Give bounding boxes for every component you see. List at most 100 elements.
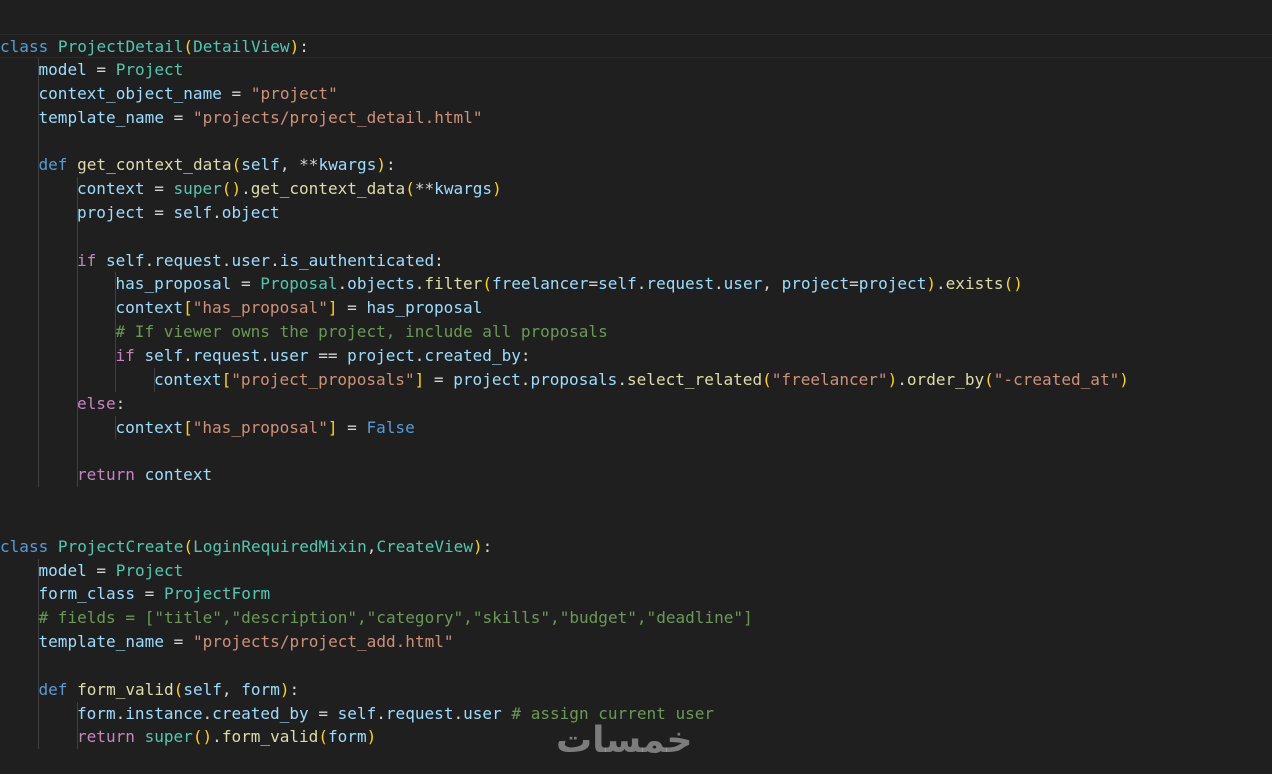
code-line-text: context["has_proposal"] = False	[0, 418, 415, 437]
code-token: "has_proposal"	[192, 417, 328, 437]
code-token: .	[183, 345, 193, 365]
code-token: [	[183, 298, 193, 318]
code-line[interactable]: if self.request.user.is_authenticated:	[0, 248, 1272, 273]
code-token: def	[38, 679, 68, 699]
code-token: filter	[424, 274, 483, 294]
code-token: freelancer	[491, 274, 589, 294]
code-token: (	[221, 179, 232, 199]
code-line[interactable]: project = self.object	[0, 200, 1272, 225]
code-token: (	[984, 369, 994, 389]
code-token: context	[77, 179, 145, 199]
code-token: get_context_data	[77, 155, 232, 175]
code-line[interactable]	[0, 653, 1272, 678]
code-line[interactable]: class ProjectCreate(LoginRequiredMixin,C…	[0, 535, 1272, 559]
code-token: "freelancer"	[771, 369, 888, 389]
code-line[interactable]: context["has_proposal"] = has_proposal	[0, 296, 1272, 321]
code-token: request	[646, 274, 714, 294]
code-token: exists	[945, 274, 1004, 294]
code-token: [	[221, 369, 232, 389]
code-token: .	[453, 703, 464, 723]
code-token: =	[144, 179, 174, 199]
code-line-text: return super().form_valid(form)	[0, 727, 376, 746]
code-line[interactable]: model = Project	[0, 57, 1272, 82]
code-line[interactable]: context_object_name = "project"	[0, 81, 1272, 106]
code-token: )	[1013, 274, 1023, 294]
code-token: )	[1119, 369, 1129, 389]
code-line[interactable]: model = Project	[0, 558, 1272, 583]
code-token: return	[77, 727, 135, 747]
code-line[interactable]	[0, 224, 1272, 249]
code-token: .	[115, 703, 126, 723]
code-token: request	[154, 250, 222, 270]
code-token: .	[337, 274, 348, 294]
code-line[interactable]	[0, 129, 1272, 154]
code-token: .	[636, 274, 647, 294]
code-token: :	[299, 37, 309, 56]
code-line[interactable]	[0, 511, 1272, 535]
code-token: ]	[414, 369, 425, 389]
code-token: (	[1003, 274, 1014, 294]
code-line[interactable]: else:	[0, 391, 1272, 416]
code-line[interactable]: template_name = "projects/project_detail…	[0, 105, 1272, 130]
code-line-text: model = Project	[0, 561, 184, 580]
indent-guide	[38, 224, 39, 249]
code-token: template_name	[38, 632, 164, 652]
code-token: proposals	[530, 369, 618, 389]
code-line[interactable]: if self.request.user == project.created_…	[0, 343, 1272, 368]
code-token: ProjectCreate	[57, 536, 184, 556]
code-area[interactable]: class ProjectDetail(DetailView): model = …	[0, 34, 1272, 750]
code-line[interactable]: context["project_proposals"] = project.p…	[0, 367, 1272, 392]
code-token: .	[414, 345, 425, 365]
code-token: .	[241, 179, 251, 199]
code-token: ]	[327, 298, 338, 318]
code-token: kwargs	[434, 179, 493, 199]
watermark-logo: خمسات	[556, 720, 693, 761]
code-line[interactable]: def form_valid(self, form):	[0, 677, 1272, 702]
code-token: self	[337, 703, 377, 723]
code-token: )	[926, 274, 936, 294]
code-token: self	[241, 155, 280, 175]
code-line[interactable]: # If viewer owns the project, include al…	[0, 320, 1272, 344]
code-line[interactable]: template_name = "projects/project_add.ht…	[0, 630, 1272, 654]
code-token: ,	[221, 679, 242, 699]
code-token: if	[115, 345, 135, 365]
code-token: self	[105, 250, 145, 270]
code-editor[interactable]: class ProjectDetail(DetailView): model = …	[0, 0, 1272, 774]
code-token: .	[376, 703, 386, 723]
code-line[interactable]: context["has_proposal"] = False	[0, 415, 1272, 440]
code-line[interactable]: class ProjectDetail(DetailView):	[0, 34, 1272, 58]
code-token: )	[472, 536, 483, 556]
code-line[interactable]: return context	[0, 463, 1272, 488]
code-line[interactable]: # fields = ["title","description","categ…	[0, 606, 1272, 631]
code-line-text: else:	[0, 394, 125, 413]
code-token: "projects/project_detail.html"	[192, 107, 483, 127]
code-line-text: # fields = ["title","description","categ…	[0, 608, 753, 627]
code-line-text: template_name = "projects/project_add.ht…	[0, 632, 454, 651]
code-line[interactable]: form_class = ProjectForm	[0, 582, 1272, 607]
code-line[interactable]: has_proposal = Proposal.objects.filter(f…	[0, 272, 1272, 297]
code-token: model	[38, 59, 87, 79]
code-token: .	[212, 727, 222, 747]
code-token: , **	[279, 155, 319, 175]
code-token: user	[231, 250, 271, 270]
code-line[interactable]: context = super().get_context_data(**kwa…	[0, 177, 1272, 201]
code-line-text: class ProjectDetail(DetailView):	[0, 37, 309, 56]
code-token: (	[318, 727, 328, 747]
code-line[interactable]	[0, 439, 1272, 464]
indent-guide	[38, 653, 39, 678]
code-token: (	[762, 369, 772, 389]
code-token: template_name	[38, 107, 164, 127]
code-line[interactable]	[0, 487, 1272, 511]
code-token: =	[424, 369, 454, 389]
code-token: ==	[308, 345, 348, 365]
code-token: )	[231, 179, 242, 199]
code-token: .	[936, 274, 946, 294]
code-token: .	[260, 345, 270, 365]
code-line-text: if self.request.user == project.created_…	[0, 346, 531, 365]
indent-guide	[76, 439, 78, 464]
code-token: "project_proposals"	[231, 369, 415, 389]
code-token: created_by	[212, 703, 309, 723]
code-token: CreateView	[376, 536, 473, 556]
code-line[interactable]: def get_context_data(self, **kwargs):	[0, 153, 1272, 178]
